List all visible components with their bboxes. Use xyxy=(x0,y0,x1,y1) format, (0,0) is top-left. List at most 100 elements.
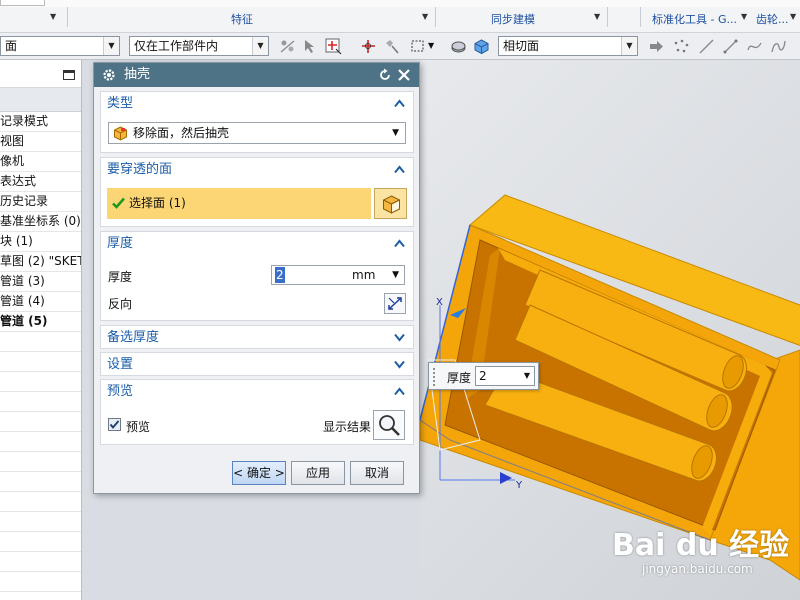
chevron-down-icon: ▼ xyxy=(103,37,119,55)
navigator-row-active[interactable]: 管道 (5) xyxy=(0,312,81,332)
section-settings-title: 设置 xyxy=(107,357,134,372)
drag-grip-icon[interactable] xyxy=(432,367,436,387)
select-face-row[interactable]: 选择面 (1) xyxy=(107,188,371,219)
thickness-value: 2 xyxy=(275,267,285,283)
chevron-up-icon[interactable] xyxy=(394,165,405,174)
navigator-row[interactable]: 视图 xyxy=(0,132,81,152)
graphics-viewport[interactable]: X Y xyxy=(420,60,800,600)
axis-label-y: Y xyxy=(515,480,523,491)
chevron-up-icon[interactable] xyxy=(394,99,405,108)
scope-combo[interactable]: 仅在工作部件内 ▼ xyxy=(129,36,269,56)
navigator-row[interactable]: 历史记录 xyxy=(0,192,81,212)
ribbon-group-expander[interactable]: ▼ xyxy=(594,12,600,21)
chevron-down-icon[interactable]: ▼ xyxy=(392,266,399,284)
section-settings: 设置 xyxy=(100,352,414,376)
navigator-row[interactable]: 块 (1) xyxy=(0,232,81,252)
onscreen-thickness-field[interactable]: 2 ▼ xyxy=(475,366,535,386)
preview-label: 预览 xyxy=(126,420,151,434)
quick-pick-icon[interactable] xyxy=(384,38,401,55)
navigator-empty-row xyxy=(0,452,81,472)
face-select-button[interactable] xyxy=(374,188,407,219)
spline-icon[interactable] xyxy=(770,38,787,55)
section-faces-header[interactable]: 要穿透的面 xyxy=(101,158,413,182)
ribbon-group-expander[interactable]: ▼ xyxy=(422,12,428,21)
ribbon-command-field[interactable] xyxy=(0,0,45,6)
navigator-row[interactable]: 基准坐标系 (0) xyxy=(0,212,81,232)
line-icon[interactable] xyxy=(698,38,715,55)
ribbon-group-expander[interactable]: ▼ xyxy=(50,12,56,21)
section-alt-thickness-title: 备选厚度 xyxy=(107,330,160,345)
ok-button[interactable]: < 确定 > xyxy=(232,461,286,485)
navigator-empty-row xyxy=(0,472,81,492)
ribbon-group-expander[interactable]: ▼ xyxy=(790,12,796,21)
shaded-view-icon[interactable] xyxy=(450,38,467,55)
section-type-header[interactable]: 类型 xyxy=(101,92,413,116)
magnifier-icon xyxy=(379,415,400,436)
close-icon[interactable] xyxy=(397,68,411,82)
cancel-button[interactable]: 取消 xyxy=(350,461,404,485)
shell-part-model[interactable]: X Y xyxy=(420,60,800,600)
section-settings-header[interactable]: 设置 xyxy=(101,353,413,377)
navigator-empty-row xyxy=(0,412,81,432)
section-thickness-header[interactable]: 厚度 xyxy=(101,232,413,256)
chevron-down-icon: ▼ xyxy=(621,37,637,55)
navigator-empty-row xyxy=(0,492,81,512)
chevron-down-icon[interactable] xyxy=(394,333,405,342)
chevron-up-icon[interactable] xyxy=(394,387,405,396)
navigator-empty-row xyxy=(0,552,81,572)
section-preview-header[interactable]: 预览 xyxy=(101,380,413,404)
navigator-empty-row xyxy=(0,572,81,592)
dialog-title-bar[interactable]: 抽壳 xyxy=(94,63,419,87)
chevron-down-icon[interactable]: ▼ xyxy=(524,367,530,385)
navigator-empty-row xyxy=(0,532,81,552)
chevron-down-icon[interactable]: ▼ xyxy=(428,41,434,50)
section-type: 类型 移除面，然后抽壳 ▼ xyxy=(100,91,414,153)
ribbon-group-standard-tools[interactable]: 标准化工具 - G... xyxy=(652,11,737,27)
chevron-down-icon: ▼ xyxy=(392,128,399,138)
chevron-down-icon[interactable] xyxy=(394,360,405,369)
scatter-points-icon[interactable] xyxy=(673,38,690,55)
maximize-icon[interactable] xyxy=(63,70,75,80)
section-thickness-title: 厚度 xyxy=(107,236,134,251)
scope-value: 仅在工作部件内 xyxy=(134,39,219,53)
section-alt-thickness-header[interactable]: 备选厚度 xyxy=(101,326,413,350)
ribbon-group-sync-modeling[interactable]: 同步建模 xyxy=(491,11,535,27)
chevron-up-icon[interactable] xyxy=(394,239,405,248)
shell-type-combo[interactable]: 移除面，然后抽壳 ▼ xyxy=(108,122,406,144)
remove-face-cube-icon xyxy=(114,126,127,141)
snap-point-icon[interactable] xyxy=(360,38,377,55)
navigator-row[interactable]: 草图 (2) "SKET xyxy=(0,252,81,272)
reset-icon[interactable] xyxy=(378,68,392,82)
ribbon-group-expander[interactable]: ▼ xyxy=(741,12,747,21)
thickness-onscreen-input[interactable]: 厚度 2 ▼ xyxy=(428,362,539,390)
preview-checkbox[interactable] xyxy=(108,418,121,431)
face-rule-combo[interactable]: 相切面 ▼ xyxy=(498,36,638,56)
rectangle-select-icon[interactable] xyxy=(410,38,427,55)
arrow-right-icon[interactable] xyxy=(648,38,665,55)
ribbon-group-gear[interactable]: 齿轮... xyxy=(756,11,789,27)
select-arrow-icon[interactable] xyxy=(302,38,319,55)
ribbon-group-feature[interactable]: 特征 xyxy=(231,11,253,27)
thickness-input[interactable]: 2 mm ▼ xyxy=(271,265,405,285)
apply-button[interactable]: 应用 xyxy=(291,461,345,485)
selection-toolbar: 面 ▼ 仅在工作部件内 ▼ ▼ 相切面 ▼ xyxy=(0,33,800,60)
show-result-button[interactable] xyxy=(373,410,405,440)
thickness-label: 厚度 xyxy=(108,270,133,284)
line-ends-icon[interactable] xyxy=(722,38,739,55)
navigator-row[interactable]: 管道 (3) xyxy=(0,272,81,292)
curve-icon[interactable] xyxy=(746,38,763,55)
body-cube-icon[interactable] xyxy=(473,38,490,55)
point-select-icon[interactable] xyxy=(325,38,342,55)
navigator-row[interactable]: 管道 (4) xyxy=(0,292,81,312)
navigator-row[interactable]: 表达式 xyxy=(0,172,81,192)
snap-grid-icon[interactable] xyxy=(279,38,296,55)
type-filter-combo[interactable]: 面 ▼ xyxy=(0,36,120,56)
checkmark-icon xyxy=(109,420,120,429)
section-thickness: 厚度 厚度 2 mm ▼ 反向 xyxy=(100,231,414,321)
navigator-row[interactable]: 记录模式 xyxy=(0,112,81,132)
shell-dialog: 抽壳 类型 移除面，然后抽壳 ▼ 要穿透的面 选择面 (1) 厚度 厚度 2 m… xyxy=(93,62,420,494)
dialog-title: 抽壳 xyxy=(124,67,151,82)
navigator-column-header[interactable] xyxy=(0,88,81,112)
reverse-direction-button[interactable] xyxy=(384,293,406,314)
navigator-row[interactable]: 像机 xyxy=(0,152,81,172)
